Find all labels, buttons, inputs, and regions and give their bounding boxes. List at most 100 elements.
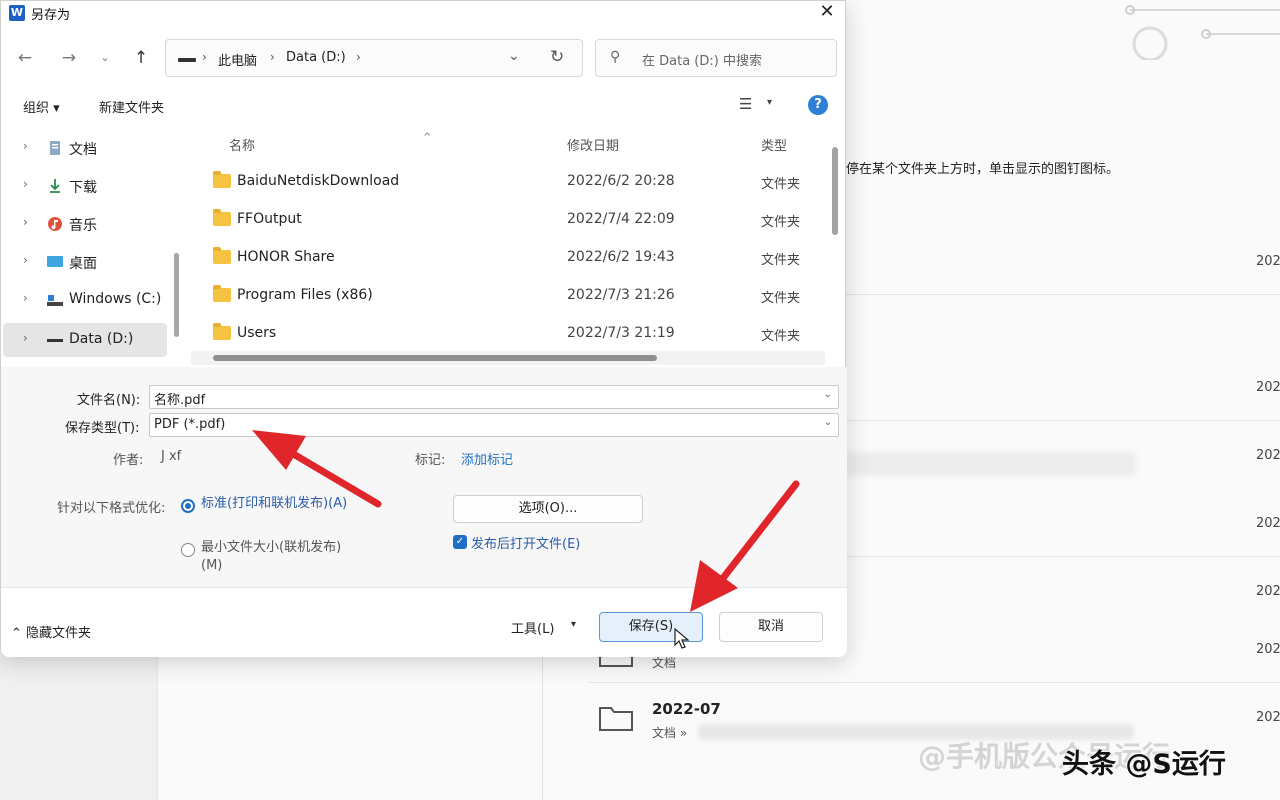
tree-item-downloads[interactable]: › 下载 <box>3 169 167 203</box>
hide-folders-button[interactable]: ⌃ 隐藏文件夹 <box>11 622 91 641</box>
filename-input[interactable]: 名称.pdf ⌄ <box>149 385 839 409</box>
up-arrow-icon[interactable]: ↑ <box>129 47 153 71</box>
expand-chevron-icon[interactable]: › <box>23 215 28 229</box>
recent-locations-chevron-icon[interactable]: ⌄ <box>93 47 117 71</box>
file-name: FFOutput <box>237 211 302 227</box>
expand-chevron-icon[interactable]: › <box>23 139 28 153</box>
background-row-divider <box>588 682 1280 683</box>
expand-chevron-icon[interactable]: › <box>23 177 28 191</box>
open-after-publish-label[interactable]: 发布后打开文件(E) <box>471 533 580 552</box>
column-header-modified[interactable]: 修改日期 <box>567 135 619 154</box>
tree-item-desktop[interactable]: › 桌面 <box>3 245 167 279</box>
breadcrumb-data-drive[interactable]: Data (D:) <box>286 50 346 65</box>
windows-drive-icon <box>47 295 63 306</box>
tree-item-documents[interactable]: › 文档 <box>3 131 167 165</box>
expand-chevron-icon[interactable]: › <box>23 253 28 267</box>
options-button[interactable]: 选项(O)... <box>453 495 643 523</box>
filename-value[interactable]: 名称.pdf <box>154 389 205 408</box>
file-modified: 2022/7/4 22:09 <box>567 211 675 227</box>
address-bar[interactable]: › 此电脑 › Data (D:) › ⌄ ↻ <box>165 39 583 77</box>
tree-scrollbar-thumb[interactable] <box>174 253 179 337</box>
navigation-tree: › 文档 › 下载 › 音乐 › 桌面 › Windows (C:) › Dat… <box>1 127 185 367</box>
organize-button[interactable]: 组织 ▾ <box>23 97 60 116</box>
search-placeholder[interactable]: 在 Data (D:) 中搜索 <box>642 50 762 69</box>
chevron-down-icon[interactable]: ⌄ <box>824 417 832 428</box>
file-modified: 2022/7/3 21:26 <box>567 287 675 303</box>
pin-decoration-icon <box>1125 5 1280 60</box>
folder-outline-icon[interactable] <box>598 704 634 732</box>
file-type: 文件夹 <box>761 177 801 192</box>
dialog-title: 另存为 <box>31 8 71 23</box>
file-row[interactable]: BaiduNetdiskDownload 2022/6/2 20:28 文件夹 <box>191 163 823 201</box>
close-icon[interactable]: ✕ <box>815 1 839 25</box>
author-label: 作者: <box>113 453 144 468</box>
file-row[interactable]: Users 2022/7/3 21:19 文件夹 <box>191 315 823 353</box>
documents-icon <box>50 141 60 155</box>
chevron-down-icon[interactable]: ⌄ <box>824 389 832 400</box>
watermark: 头条 @S运行 <box>1062 749 1226 780</box>
tools-dropdown-icon[interactable]: ▾ <box>571 619 576 630</box>
search-icon: ⚲ <box>610 49 621 65</box>
cancel-button[interactable]: 取消 <box>719 612 823 642</box>
expand-chevron-icon[interactable]: › <box>23 331 28 345</box>
tree-scrollbar[interactable] <box>173 129 180 365</box>
background-year-label: 2022 <box>1256 642 1280 657</box>
optimize-standard-label[interactable]: 标准(打印和联机发布)(A) <box>201 495 381 513</box>
view-list-icon[interactable]: ☰ <box>739 95 752 113</box>
save-as-dialog: W 另存为 ✕ ← → ⌄ ↑ › 此电脑 › Data (D:) › ⌄ ↻ … <box>0 0 847 657</box>
background-folder-title[interactable]: 2022-07 <box>652 700 721 718</box>
optimize-label: 针对以下格式优化: <box>57 501 166 516</box>
tree-item-label: 音乐 <box>69 218 97 234</box>
background-year-label: 2022 <box>1256 254 1280 269</box>
address-dropdown-chevron-icon[interactable]: ⌄ <box>508 48 520 64</box>
file-row[interactable]: Program Files (x86) 2022/7/3 21:26 文件夹 <box>191 277 823 315</box>
file-row[interactable]: FFOutput 2022/7/4 22:09 文件夹 <box>191 201 823 239</box>
help-icon[interactable]: ? <box>808 95 828 115</box>
tree-item-label: Data (D:) <box>69 331 134 347</box>
background-year-label: 2022 <box>1256 584 1280 599</box>
filetype-select[interactable]: PDF (*.pdf) ⌄ <box>149 413 839 437</box>
author-value[interactable]: J xf <box>161 449 181 464</box>
view-dropdown-icon[interactable]: ▾ <box>767 97 772 108</box>
file-modified: 2022/7/3 21:19 <box>567 325 675 341</box>
breadcrumb-this-pc[interactable]: 此电脑 <box>218 50 257 69</box>
drive-icon <box>47 339 63 342</box>
breadcrumb-separator: › <box>202 50 207 64</box>
file-name: BaiduNetdiskDownload <box>237 173 400 189</box>
tree-item-data-d[interactable]: › Data (D:) <box>3 323 167 357</box>
folder-icon <box>213 247 231 264</box>
background-row-divider <box>846 294 1280 295</box>
file-type: 文件夹 <box>761 215 801 230</box>
background-blurred-text <box>846 452 1136 476</box>
tree-item-windows-c[interactable]: › Windows (C:) <box>3 283 167 317</box>
refresh-icon[interactable]: ↻ <box>550 47 564 67</box>
download-icon <box>50 179 60 193</box>
optimize-standard-radio[interactable] <box>181 499 195 513</box>
horizontal-scrollbar-thumb[interactable] <box>213 355 657 361</box>
command-bar: 组织 ▾ 新建文件夹 ☰ ▾ ? <box>1 89 847 123</box>
file-list-horizontal-scrollbar[interactable] <box>191 351 825 365</box>
search-box[interactable]: ⚲ 在 Data (D:) 中搜索 <box>595 39 837 77</box>
forward-arrow-icon[interactable]: → <box>57 47 81 71</box>
vertical-scrollbar-thumb[interactable] <box>832 147 838 235</box>
column-header-name[interactable]: 名称 ^ <box>229 132 431 154</box>
dialog-titlebar: W 另存为 ✕ <box>1 1 847 27</box>
back-arrow-icon[interactable]: ← <box>13 47 37 71</box>
column-header-type[interactable]: 类型 <box>761 135 787 154</box>
tools-button[interactable]: 工具(L) <box>511 618 554 637</box>
file-row[interactable]: HONOR Share 2022/6/2 19:43 文件夹 <box>191 239 823 277</box>
open-after-publish-checkbox[interactable]: ✓ <box>453 535 467 549</box>
background-year-label: 2022 <box>1256 710 1280 725</box>
tree-item-label: 桌面 <box>69 256 97 272</box>
dialog-footer: ⌃ 隐藏文件夹 工具(L) ▾ 保存(S) 取消 <box>1 587 847 657</box>
save-options-area: 文件名(N): 名称.pdf ⌄ 保存类型(T): PDF (*.pdf) ⌄ … <box>1 367 847 587</box>
optimize-minimum-label[interactable]: 最小文件大小(联机发布)(M) <box>201 539 351 575</box>
new-folder-button[interactable]: 新建文件夹 <box>99 97 164 116</box>
add-tags-link[interactable]: 添加标记 <box>461 449 513 468</box>
filetype-value[interactable]: PDF (*.pdf) <box>154 417 225 432</box>
expand-chevron-icon[interactable]: › <box>23 291 28 305</box>
optimize-minimum-radio[interactable] <box>181 543 195 557</box>
background-hint-text: 停在某个文件夹上方时，单击显示的图钉图标。 <box>846 162 1120 177</box>
file-list-vertical-scrollbar[interactable] <box>829 127 841 349</box>
tree-item-music[interactable]: › 音乐 <box>3 207 167 241</box>
